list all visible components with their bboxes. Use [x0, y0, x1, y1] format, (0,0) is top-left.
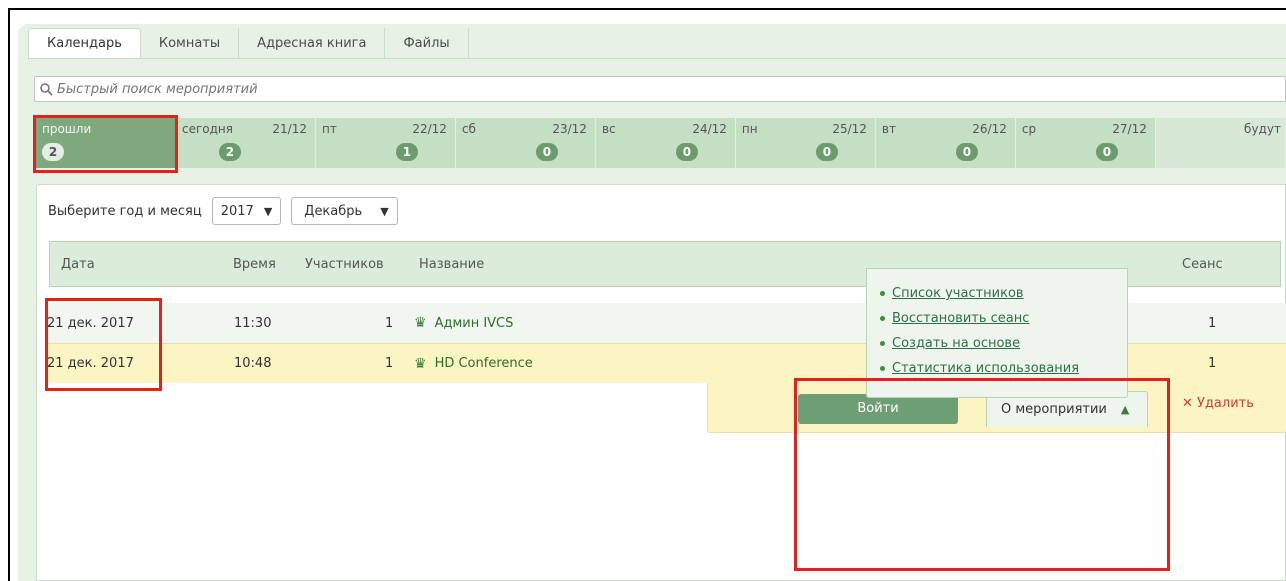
day-mon[interactable]: пн 25/12 0 [735, 118, 875, 168]
header-participants[interactable]: Участников [305, 257, 384, 272]
menu-item-label: Статистика использования [892, 361, 1080, 376]
highlight-box-passed [33, 115, 178, 173]
day-count-badge: 0 [535, 143, 558, 161]
day-fri[interactable]: пт 22/12 1 [315, 118, 455, 168]
day-sat[interactable]: сб 23/12 0 [455, 118, 595, 168]
day-count-badge: 0 [675, 143, 698, 161]
day-count-badge: 0 [1095, 143, 1118, 161]
day-date: 21/12 [272, 122, 307, 136]
day-name: ср [1021, 122, 1037, 136]
main-tabs: Календарь Комнаты Адресная книга Файлы [28, 28, 469, 58]
row-time: 11:30 [234, 315, 272, 331]
frame-left-border [8, 8, 10, 581]
day-sun[interactable]: вс 24/12 0 [595, 118, 735, 168]
tab-address-book[interactable]: Адресная книга [239, 28, 386, 58]
frame-top-border [8, 8, 1286, 10]
menu-item-create-based-on[interactable]: Создать на основе [867, 331, 1127, 356]
day-date: 27/12 [1112, 122, 1147, 136]
day-name: сб [461, 122, 476, 136]
day-name: пт [321, 122, 337, 136]
day-count-badge: 2 [218, 143, 241, 161]
day-name: вт [881, 122, 896, 136]
tab-calendar[interactable]: Календарь [28, 28, 141, 58]
menu-item-label: Список участников [892, 286, 1024, 301]
row-title[interactable]: HD Conference [435, 356, 533, 371]
row-participants: 1 [385, 315, 394, 331]
dropdown-arrow-icon: ▼ [380, 204, 389, 218]
day-date: 25/12 [832, 122, 867, 136]
screenshot-frame: Календарь Комнаты Адресная книга Файлы п… [0, 0, 1286, 581]
menu-item-label: Восстановить сеанс [892, 311, 1030, 326]
highlight-box-dates [45, 298, 162, 391]
bullet-icon [880, 316, 885, 321]
day-future[interactable]: будут [1155, 118, 1285, 168]
year-month-label: Выберите год и месяц [48, 203, 202, 219]
month-value: Декабрь [304, 203, 363, 219]
days-strip: прошли 2 сегодня 21/12 2 пт 22/12 1 сб 2… [36, 118, 1286, 168]
tab-files[interactable]: Файлы [385, 28, 469, 58]
day-name: будут [1244, 122, 1281, 136]
search-bar [34, 76, 1286, 102]
row-title-cell: ♛ HD Conference [414, 356, 533, 372]
day-date: 22/12 [412, 122, 447, 136]
row-title-cell: ♛ Админ IVCS [414, 315, 513, 331]
menu-item-participants[interactable]: Список участников [867, 281, 1127, 306]
header-title[interactable]: Название [419, 257, 484, 272]
day-date: 23/12 [552, 122, 587, 136]
day-date: 26/12 [972, 122, 1007, 136]
menu-item-restore-session[interactable]: Восстановить сеанс [867, 306, 1127, 331]
day-tue[interactable]: вт 26/12 0 [875, 118, 1015, 168]
day-count-badge: 0 [815, 143, 838, 161]
day-today[interactable]: сегодня 21/12 2 [175, 118, 315, 168]
day-name: вс [601, 122, 616, 136]
row-session: 1 [1208, 315, 1217, 331]
row-participants: 1 [385, 356, 394, 371]
crown-icon: ♛ [414, 315, 427, 331]
year-value: 2017 [220, 203, 254, 219]
search-icon [35, 82, 57, 96]
bullet-icon [880, 291, 885, 296]
row-title[interactable]: Админ IVCS [435, 316, 514, 331]
header-date[interactable]: Дата [61, 257, 95, 272]
header-time[interactable]: Время [233, 257, 276, 272]
highlight-box-actions [794, 378, 1170, 571]
month-select[interactable]: Декабрь ▼ [291, 197, 398, 225]
tabs-divider [28, 58, 1286, 59]
day-name: сегодня [181, 122, 233, 136]
row-session: 1 [1208, 356, 1217, 371]
day-wed[interactable]: ср 27/12 0 [1015, 118, 1155, 168]
header-session[interactable]: Сеанс [1182, 257, 1223, 272]
bullet-icon [880, 366, 885, 371]
row-time: 10:48 [234, 356, 272, 371]
day-name: пн [741, 122, 758, 136]
delete-button[interactable]: ✕ Удалить [1182, 396, 1254, 411]
dropdown-arrow-icon: ▼ [263, 204, 273, 218]
day-count-badge: 1 [395, 143, 418, 161]
tab-rooms[interactable]: Комнаты [141, 28, 240, 58]
year-select[interactable]: 2017 ▼ [211, 197, 282, 225]
search-input[interactable] [57, 81, 657, 97]
menu-item-label: Создать на основе [892, 336, 1021, 351]
day-count-badge: 0 [955, 143, 978, 161]
crown-icon: ♛ [414, 355, 427, 372]
year-month-filter: Выберите год и месяц 2017 ▼ Декабрь ▼ [48, 197, 398, 225]
bullet-icon [880, 341, 885, 346]
day-date: 24/12 [692, 122, 727, 136]
